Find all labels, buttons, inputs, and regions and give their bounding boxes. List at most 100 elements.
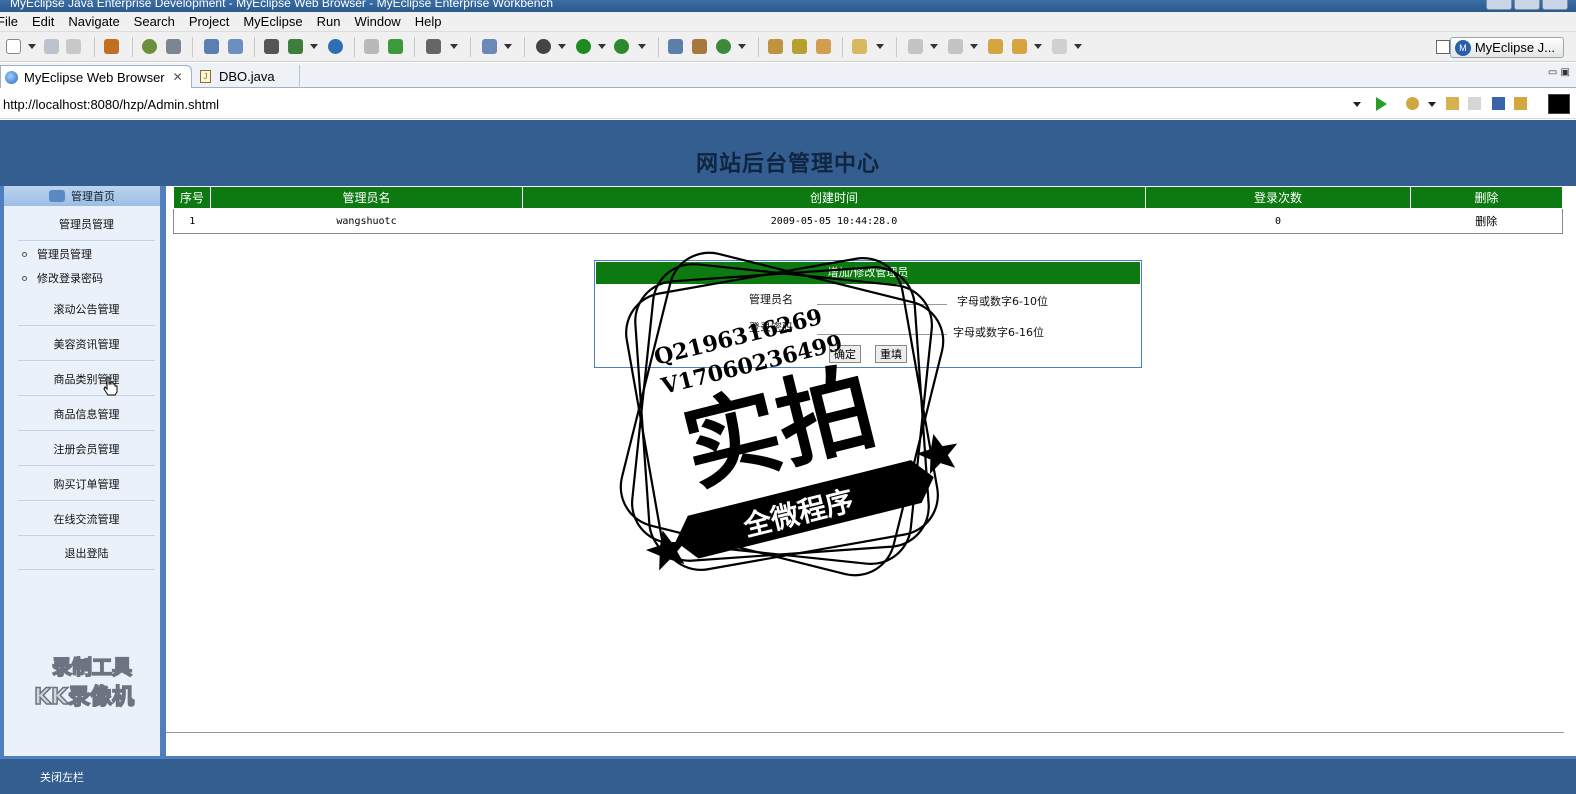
outline-dropdown-icon[interactable] (310, 44, 318, 49)
sidebar-item-product-category[interactable]: 商品类别管理 (18, 362, 155, 396)
back-dropdown-icon[interactable] (1034, 44, 1042, 49)
browser-extra-button[interactable] (1548, 94, 1570, 114)
sidebar-item-label: 退出登陆 (64, 546, 109, 560)
java-file-icon: J (200, 70, 211, 83)
recorder-watermark: 录制工具 KK录像机 (33, 654, 135, 711)
open-folder-dropdown-icon[interactable] (876, 44, 884, 49)
package-icon[interactable] (104, 39, 119, 54)
wizard-dropdown-icon[interactable] (504, 44, 512, 49)
globe-icon[interactable] (328, 39, 343, 54)
window-controls (1486, 0, 1568, 12)
favorites-dropdown-icon[interactable] (1428, 102, 1436, 107)
close-left-panel-link[interactable]: 关闭左栏 (40, 769, 84, 785)
prev-annotation-dropdown-icon[interactable] (970, 44, 978, 49)
menu-window[interactable]: Window (354, 14, 400, 29)
deploy-icon[interactable] (204, 39, 219, 54)
toolbar-separator (94, 37, 95, 57)
sidebar-item-members[interactable]: 注册会员管理 (18, 432, 155, 466)
go-icon[interactable] (1376, 97, 1387, 111)
reload-icon[interactable] (1514, 97, 1527, 110)
close-tab-icon[interactable]: ✕ (173, 70, 183, 84)
prev-annotation-icon[interactable] (948, 39, 963, 54)
server-icon[interactable] (166, 39, 181, 54)
open-type-icon[interactable] (692, 39, 707, 54)
debug-bug-icon[interactable] (142, 39, 157, 54)
window-titlebar: MyEclipse Java Enterprise Development - … (0, 0, 1576, 12)
menu-myeclipse[interactable]: MyEclipse (243, 14, 302, 29)
run-icon[interactable] (576, 39, 591, 54)
delete-link[interactable]: 删除 (1411, 209, 1563, 234)
screen-icon[interactable] (426, 39, 441, 54)
maximize-button[interactable] (1514, 0, 1540, 10)
menu-edit[interactable]: Edit (32, 14, 54, 29)
run-dropdown-icon[interactable] (598, 44, 606, 49)
last-edit-icon[interactable] (988, 39, 1003, 54)
folder-icon[interactable] (364, 39, 379, 54)
tab-web-browser[interactable]: MyEclipse Web Browser ✕ (0, 65, 192, 88)
menu-file[interactable]: File (0, 14, 18, 29)
new-dropdown-icon[interactable] (28, 44, 36, 49)
tab-label: MyEclipse Web Browser (24, 69, 165, 85)
sidebar-subitem-admin-manage[interactable]: 管理员管理 (22, 244, 92, 264)
outline-icon[interactable] (288, 39, 303, 54)
sidebar-item-beauty-news[interactable]: 美容资讯管理 (18, 327, 155, 361)
favorites-icon[interactable] (1406, 97, 1419, 110)
external-tools-dropdown-icon[interactable] (638, 44, 646, 49)
myeclipse-logo-icon: M (1454, 39, 1471, 56)
url-history-dropdown-icon[interactable] (1353, 102, 1361, 107)
menu-project[interactable]: Project (189, 14, 229, 29)
open-task-icon[interactable] (768, 39, 783, 54)
save-icon[interactable] (44, 39, 59, 54)
minimize-maximize-icons[interactable]: ▭ ▣ (1548, 67, 1570, 78)
stop-icon[interactable] (1492, 97, 1505, 110)
next-annotation-dropdown-icon[interactable] (930, 44, 938, 49)
new-icon[interactable] (6, 39, 21, 54)
forward-dropdown-icon[interactable] (1074, 44, 1082, 49)
sidebar-subitem-change-password[interactable]: 修改登录密码 (22, 268, 103, 288)
sidebar-item-product-info[interactable]: 商品信息管理 (18, 397, 155, 431)
forward-icon[interactable] (1052, 39, 1067, 54)
perspective-switcher[interactable]: M MyEclipse J... (1449, 37, 1564, 58)
external-tools-icon[interactable] (614, 39, 629, 54)
back-icon[interactable] (1012, 39, 1027, 54)
open-folder-icon[interactable] (852, 39, 867, 54)
next-annotation-icon[interactable] (908, 39, 923, 54)
hierarchy-icon[interactable] (264, 39, 279, 54)
new-project-icon[interactable] (388, 39, 403, 54)
close-window-button[interactable] (1542, 0, 1568, 10)
debug-icon[interactable] (536, 39, 551, 54)
bullet-icon (22, 275, 27, 281)
wizard-icon[interactable] (482, 39, 497, 54)
computer-icon (49, 190, 65, 202)
admin-table: 序号 管理员名 创建时间 登录次数 删除 1 wangshuotc 2009-0… (173, 186, 1563, 234)
pin-icon[interactable] (792, 39, 807, 54)
refresh-icon[interactable] (716, 39, 731, 54)
menu-navigate[interactable]: Navigate (68, 14, 119, 29)
build-icon[interactable] (668, 39, 683, 54)
explore-icon[interactable] (228, 39, 243, 54)
hand-icon[interactable] (816, 39, 831, 54)
sidebar-header[interactable]: 管理首页 (4, 186, 160, 206)
menu-search[interactable]: Search (134, 14, 175, 29)
menu-help[interactable]: Help (415, 14, 442, 29)
open-perspective-icon[interactable] (1436, 40, 1450, 54)
url-input[interactable] (3, 94, 1366, 114)
browser-forward-icon[interactable] (1468, 97, 1481, 110)
sidebar-item-chat[interactable]: 在线交流管理 (18, 502, 155, 536)
tab-label: DBO.java (219, 69, 275, 84)
address-bar (0, 89, 1576, 119)
tab-dbo-java[interactable]: J DBO.java (196, 65, 300, 88)
print-icon[interactable] (66, 39, 81, 54)
sidebar-item-orders[interactable]: 购买订单管理 (18, 467, 155, 501)
sidebar-item-logout[interactable]: 退出登陆 (18, 536, 155, 570)
refresh-dropdown-icon[interactable] (738, 44, 746, 49)
sidebar-item-notice[interactable]: 滚动公告管理 (18, 292, 155, 326)
column-header: 创建时间 (522, 186, 1146, 209)
window-title: MyEclipse Java Enterprise Development - … (10, 0, 554, 10)
browser-back-icon[interactable] (1446, 97, 1459, 110)
debug-dropdown-icon[interactable] (558, 44, 566, 49)
sidebar-section-admin[interactable]: 管理员管理 (18, 207, 155, 241)
screen-dropdown-icon[interactable] (450, 44, 458, 49)
minimize-button[interactable] (1486, 0, 1512, 10)
menu-run[interactable]: Run (317, 14, 341, 29)
